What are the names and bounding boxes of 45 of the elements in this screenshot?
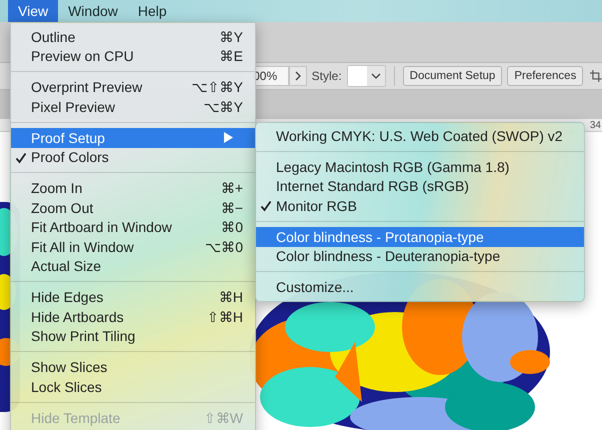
- shortcut-text: ⌥⌘0: [205, 238, 243, 256]
- caret-icon: [370, 73, 381, 79]
- menu-item[interactable]: Outline ⌘Y: [11, 27, 255, 46]
- next-button[interactable]: [289, 66, 307, 86]
- menu-item[interactable]: Internet Standard RGB (sRGB): [256, 176, 584, 196]
- shortcut-text: ⌘+: [220, 179, 243, 198]
- submenu-arrow-icon: [224, 132, 233, 143]
- crop-icon[interactable]: [590, 70, 602, 82]
- menu-item[interactable]: Proof Colors: [11, 148, 255, 167]
- menu-item[interactable]: Legacy Macintosh RGB (Gamma 1.8): [256, 157, 584, 176]
- menu-item[interactable]: Hide Artboards ⇧⌘H: [11, 307, 255, 326]
- toolbar-button[interactable]: Document Setup: [402, 66, 502, 86]
- menu-item[interactable]: Show Slices: [11, 358, 255, 377]
- menu-bar-item[interactable]: Window: [58, 0, 128, 22]
- shortcut-text: ⇧⌘H: [206, 308, 243, 326]
- menu-item[interactable]: Pixel Preview ⌥⌘Y: [11, 97, 255, 116]
- shortcut-text: ⌥⌘Y: [204, 98, 243, 116]
- shortcut-text: ⌘0: [221, 218, 243, 237]
- shortcut-text: ⌘H: [218, 288, 243, 307]
- menu-bar-item[interactable]: View: [8, 0, 58, 22]
- shortcut-text: ⇧⌘W: [204, 408, 243, 428]
- menu-item[interactable]: Color blindness - Protanopia-type: [256, 227, 584, 246]
- menu-item[interactable]: Working CMYK: U.S. Web Coated (SWOP) v2: [256, 126, 584, 146]
- menu-item[interactable]: Preview on CPU ⌘E: [11, 46, 255, 66]
- menu-item[interactable]: Lock Slices: [11, 377, 255, 396]
- menu-item[interactable]: Show Print Tiling: [11, 326, 255, 346]
- menu-item[interactable]: Zoom In ⌘+: [11, 178, 255, 198]
- menu-item[interactable]: Fit Artboard in Window ⌘0: [11, 218, 255, 237]
- chevron-right-icon: [294, 71, 302, 81]
- ruler-label: 34: [590, 120, 602, 130]
- menu-item[interactable]: Fit All in Window ⌥⌘0: [11, 237, 255, 256]
- menu-item[interactable]: Actual Size: [11, 256, 255, 276]
- shortcut-text: ⌘Y: [220, 28, 243, 46]
- shortcut-text: ⌘E: [220, 47, 243, 66]
- menu-item[interactable]: Color blindness - Deuteranopia-type: [256, 246, 584, 266]
- style-label: Style:: [312, 69, 342, 83]
- menu-item[interactable]: Hide Edges ⌘H: [11, 288, 255, 307]
- menu-item[interactable]: Zoom Out ⌘−: [11, 198, 255, 218]
- shortcut-text: ⌘−: [220, 198, 243, 218]
- menu-item[interactable]: Proof Setup: [11, 128, 255, 148]
- menu-bar-item[interactable]: Help: [128, 0, 177, 22]
- toolbar-button[interactable]: Preferences: [507, 66, 584, 86]
- menu-item[interactable]: Monitor RGB: [256, 196, 584, 216]
- menu-item[interactable]: Customize...: [256, 278, 584, 297]
- shortcut-text: ⌥⇧⌘Y: [192, 78, 243, 97]
